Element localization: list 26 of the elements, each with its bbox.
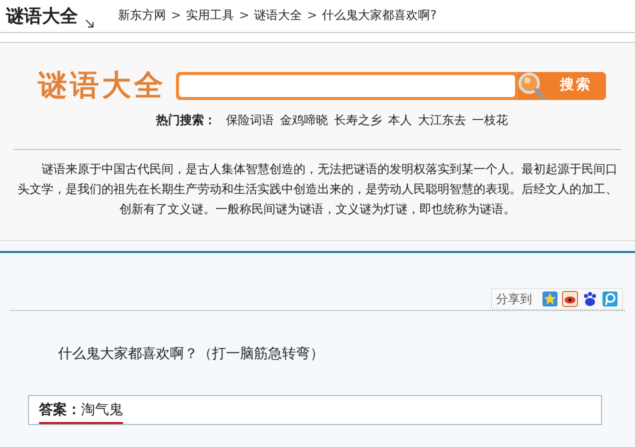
question-text: 什么鬼大家都喜欢啊？（打一脑筋急转弯） bbox=[58, 345, 325, 364]
arrow-icon bbox=[85, 19, 94, 28]
search-icon[interactable] bbox=[518, 72, 546, 100]
star-icon[interactable] bbox=[542, 291, 558, 307]
breadcrumb-link[interactable]: 实用工具 bbox=[186, 6, 234, 24]
breadcrumb-current: 什么鬼大家都喜欢啊? bbox=[322, 7, 437, 24]
share-label: 分享到 bbox=[496, 291, 532, 308]
breadcrumb-link[interactable]: 新东方网 bbox=[118, 6, 166, 24]
breadcrumb-link[interactable]: 谜语大全 bbox=[254, 6, 302, 24]
logo: 谜语大全 bbox=[38, 71, 167, 100]
search-field[interactable] bbox=[176, 72, 518, 100]
hot-search-label: 热门搜索： bbox=[156, 112, 216, 129]
answer-text: 答案：淘气鬼 bbox=[39, 400, 123, 424]
hot-search-link[interactable]: 本人 bbox=[388, 111, 412, 129]
hot-search-link[interactable]: 保险词语 bbox=[226, 111, 274, 129]
site-title: 谜语大全 bbox=[6, 8, 78, 26]
hot-search-link[interactable]: 金鸡啼晓 bbox=[280, 111, 328, 129]
breadcrumb-separator: > bbox=[171, 7, 182, 24]
intro-paragraph: 谜语来原于中国古代民间，是古人集体智慧创造的，无法把谜语的发明权落实到某一个人。最初起源于民间口头文学，是我们的祖先在长期生产劳动和生活实践中创造出来的，是劳动人民聪明智慧的表现。后经文人的加工、创新有了文义谜。一般称民间谜为谜语，文义谜为灯谜，即也统称为谜语。 bbox=[16, 161, 618, 218]
breadcrumb-separator: > bbox=[307, 7, 318, 24]
paw-icon[interactable] bbox=[582, 291, 598, 307]
hot-search-link[interactable]: 长寿之乡 bbox=[334, 111, 382, 129]
breadcrumb-separator: > bbox=[239, 7, 250, 24]
hot-search-link[interactable]: 一枝花 bbox=[472, 111, 508, 129]
eye-icon[interactable] bbox=[562, 291, 578, 307]
hot-search-link[interactable]: 大江东去 bbox=[418, 111, 466, 129]
